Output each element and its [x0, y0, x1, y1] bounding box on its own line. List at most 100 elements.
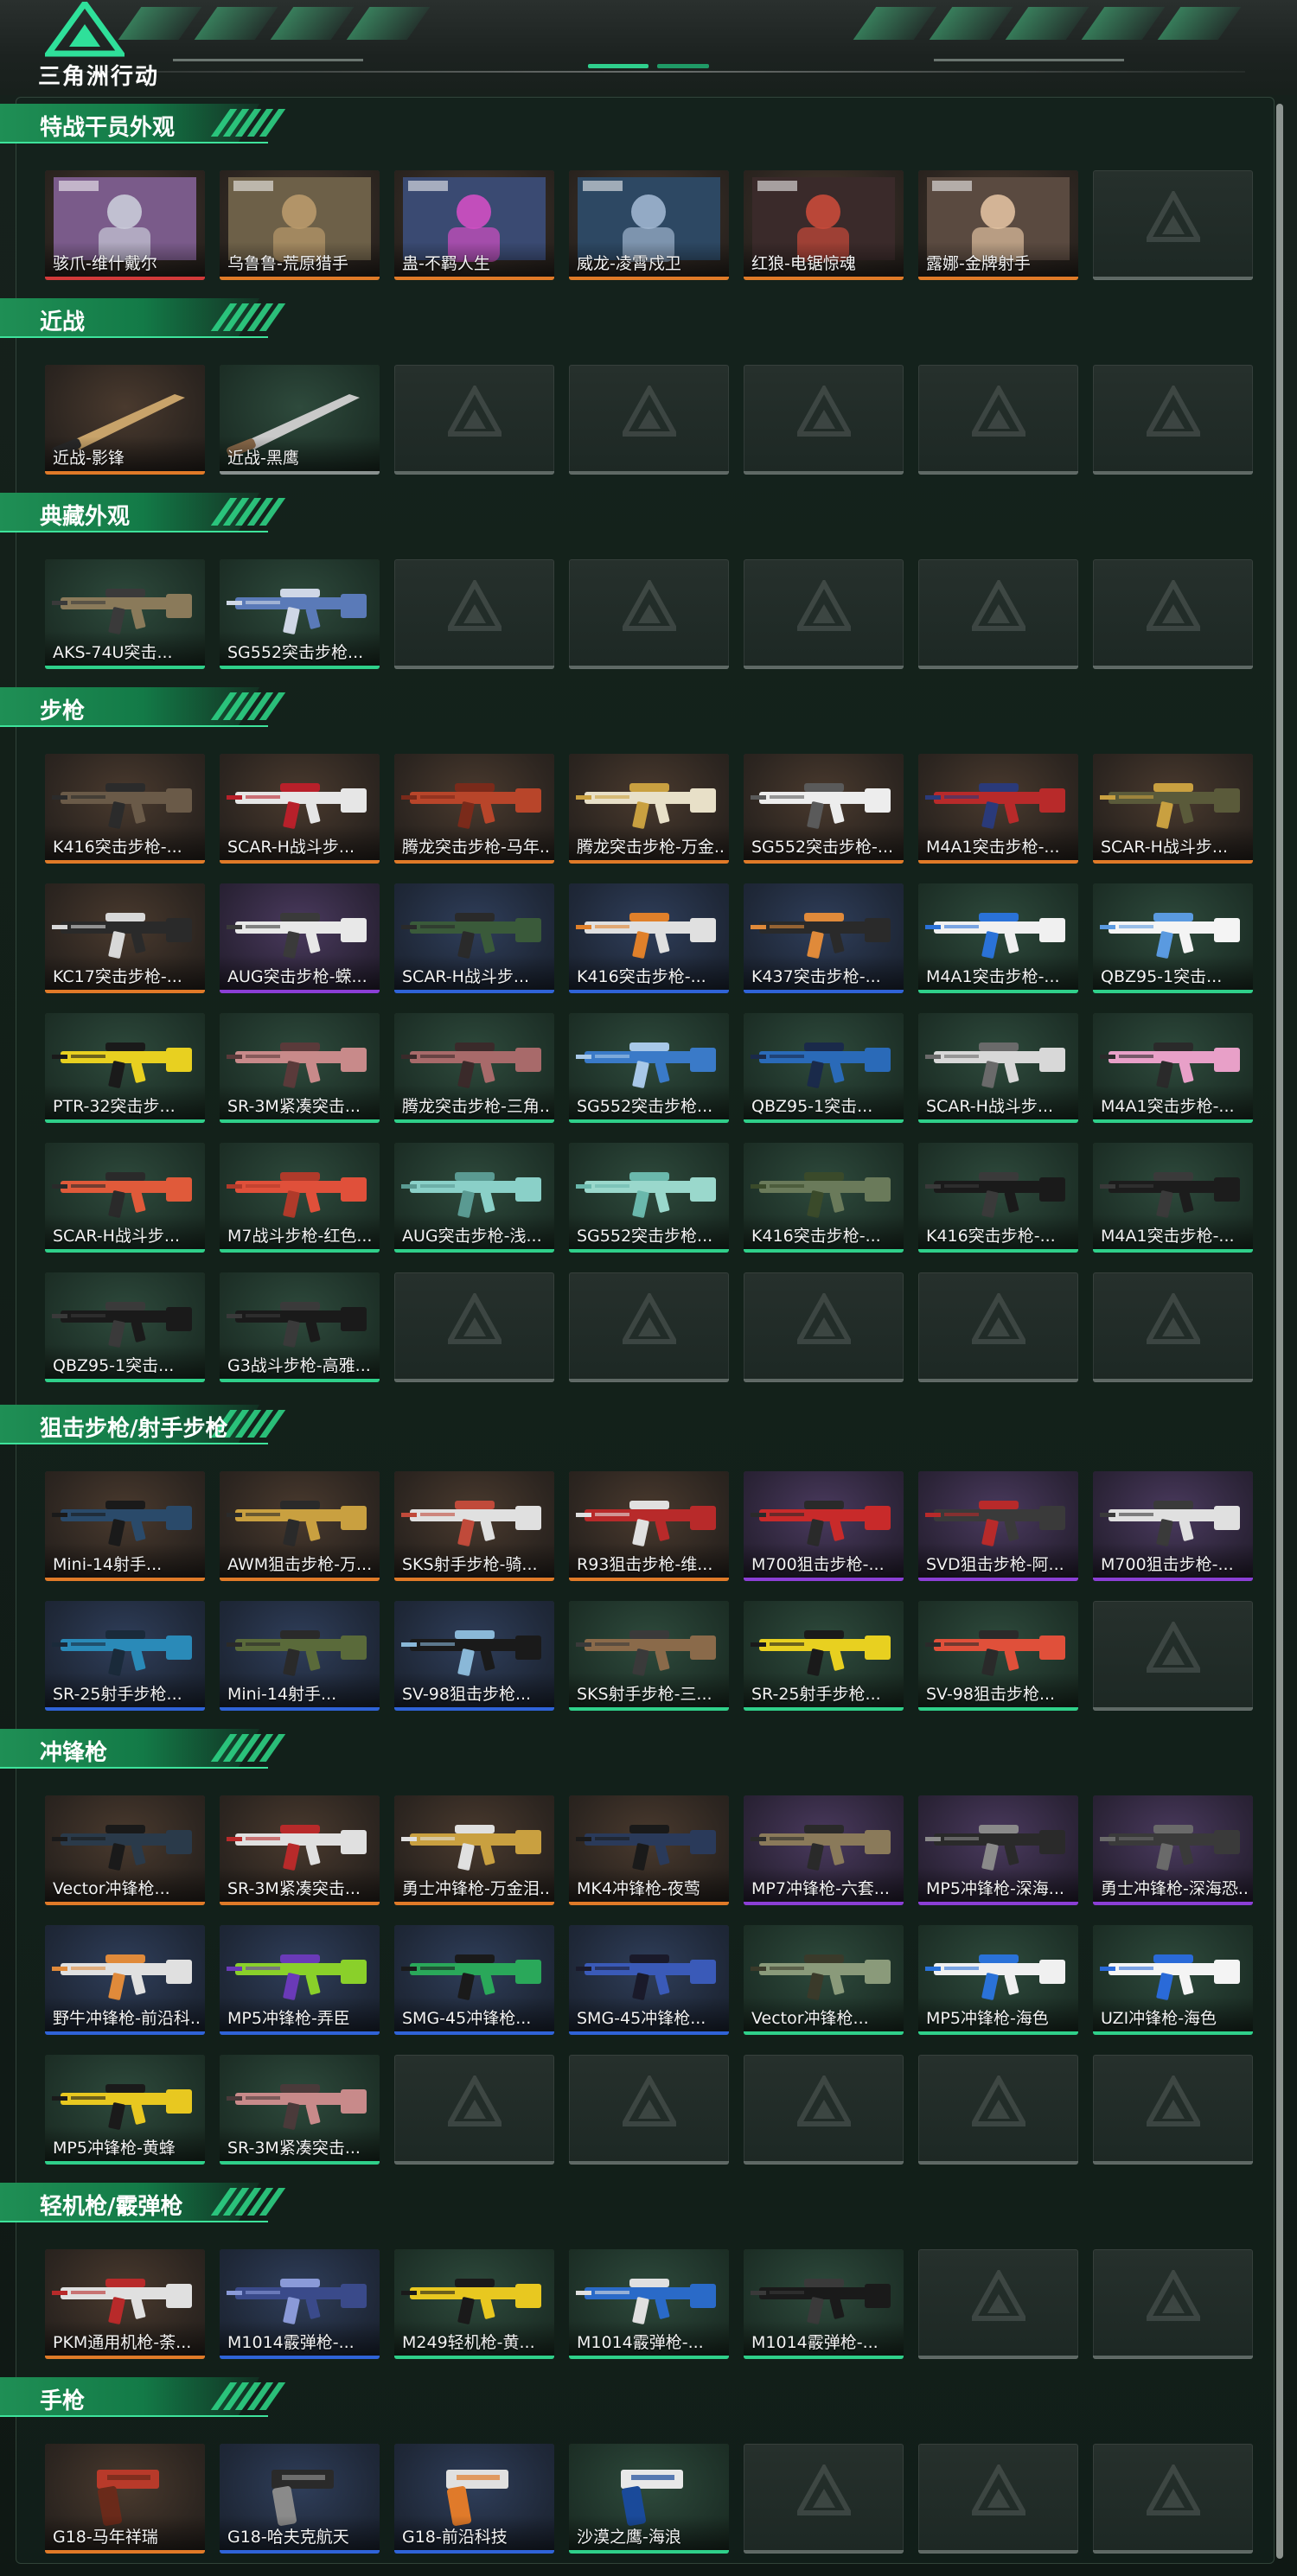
rarity-bar: [45, 2031, 205, 2035]
skin-card[interactable]: AUG突击步枪-蝾...: [220, 883, 380, 993]
skin-card[interactable]: SR-25射手步枪...: [45, 1601, 205, 1711]
placeholder-delta-icon: [797, 386, 851, 437]
scrollbar[interactable]: [1276, 104, 1283, 2559]
skin-card[interactable]: SCAR-H战斗步...: [1093, 754, 1253, 864]
skin-card[interactable]: SR-3M紧凑突击...: [220, 1013, 380, 1123]
skin-card[interactable]: M700狙击步枪-...: [744, 1471, 904, 1581]
skin-card[interactable]: M7战斗步枪-红色...: [220, 1143, 380, 1253]
skin-card[interactable]: 乌鲁鲁-荒原猎手: [220, 170, 380, 280]
slot-bottom-line: [918, 471, 1078, 475]
skin-card[interactable]: 沙漠之鹰-海浪: [569, 2444, 729, 2554]
skin-card[interactable]: 腾龙突击步枪-三角...: [394, 1013, 554, 1123]
skin-card[interactable]: AKS-74U突击...: [45, 559, 205, 669]
skin-card[interactable]: K416突击步枪-...: [569, 883, 729, 993]
skin-card[interactable]: 野牛冲锋枪-前沿科...: [45, 1925, 205, 2035]
skin-card[interactable]: SR-3M紧凑突击...: [220, 2055, 380, 2165]
skin-card[interactable]: 露娜-金牌射手: [918, 170, 1078, 280]
skin-card[interactable]: SCAR-H战斗步...: [394, 883, 554, 993]
skin-card[interactable]: SV-98狙击步枪...: [918, 1601, 1078, 1711]
rarity-bar: [45, 277, 205, 280]
skin-card[interactable]: SMG-45冲锋枪...: [394, 1925, 554, 2035]
placeholder-delta-icon: [1147, 1622, 1200, 1673]
skin-card[interactable]: Mini-14射手...: [220, 1601, 380, 1711]
skin-card[interactable]: M1014霰弹枪-...: [220, 2249, 380, 2359]
skin-card[interactable]: 腾龙突击步枪-马年...: [394, 754, 554, 864]
skin-card[interactable]: R93狙击步枪-维...: [569, 1471, 729, 1581]
skin-card[interactable]: MP5冲锋枪-黄蜂: [45, 2055, 205, 2165]
empty-slot: [569, 559, 729, 669]
skin-card[interactable]: MP5冲锋枪-弄臣: [220, 1925, 380, 2035]
skin-card[interactable]: G18-前沿科技: [394, 2444, 554, 2554]
rarity-bar: [45, 2161, 205, 2165]
skin-card[interactable]: M4A1突击步枪-...: [1093, 1143, 1253, 1253]
card-label: SG552突击步枪...: [577, 1227, 713, 1246]
skin-card[interactable]: 骇爪-维什戴尔: [45, 170, 205, 280]
skin-card[interactable]: 近战-黑鹰: [220, 365, 380, 475]
skin-card[interactable]: G18-马年祥瑞: [45, 2444, 205, 2554]
skin-card[interactable]: M4A1突击步枪-...: [918, 883, 1078, 993]
card-label: SV-98狙击步枪...: [402, 1685, 532, 1704]
skin-card[interactable]: KC17突击步枪-...: [45, 883, 205, 993]
skin-card[interactable]: 蛊-不羁人生: [394, 170, 554, 280]
skin-card[interactable]: SG552突击步枪...: [220, 559, 380, 669]
slot-bottom-line: [569, 1379, 729, 1382]
skin-card[interactable]: SVD狙击步枪-阿...: [918, 1471, 1078, 1581]
skin-card[interactable]: M4A1突击步枪-...: [1093, 1013, 1253, 1123]
empty-slot: [918, 1272, 1078, 1382]
skin-card[interactable]: K416突击步枪-...: [45, 754, 205, 864]
skin-card[interactable]: MP5冲锋枪-深海...: [918, 1795, 1078, 1905]
skin-card[interactable]: SG552突击步枪...: [569, 1143, 729, 1253]
skin-card[interactable]: MK4冲锋枪-夜莺: [569, 1795, 729, 1905]
section-header-underline: [0, 336, 268, 338]
skin-card[interactable]: QBZ95-1突击...: [45, 1272, 205, 1382]
skin-card[interactable]: K437突击步枪-...: [744, 883, 904, 993]
skin-card[interactable]: K416突击步枪-...: [744, 1143, 904, 1253]
skin-card[interactable]: SKS射手步枪-三...: [569, 1601, 729, 1711]
skin-card[interactable]: G18-哈夫克航天: [220, 2444, 380, 2554]
skin-card[interactable]: 红狼-电锯惊魂: [744, 170, 904, 280]
skin-card[interactable]: M700狙击步枪-...: [1093, 1471, 1253, 1581]
skin-card[interactable]: M1014霰弹枪-...: [569, 2249, 729, 2359]
skin-card[interactable]: SKS射手步枪-骑...: [394, 1471, 554, 1581]
skin-card[interactable]: SCAR-H战斗步...: [918, 1013, 1078, 1123]
skin-card[interactable]: MP5冲锋枪-海色: [918, 1925, 1078, 2035]
skin-card[interactable]: AUG突击步枪-浅...: [394, 1143, 554, 1253]
skin-card[interactable]: SR-25射手步枪...: [744, 1601, 904, 1711]
skin-card[interactable]: 腾龙突击步枪-万金...: [569, 754, 729, 864]
skin-card[interactable]: 勇士冲锋枪-深海恐...: [1093, 1795, 1253, 1905]
card-label: SMG-45冲锋枪...: [577, 2009, 706, 2028]
rarity-bar: [220, 1707, 380, 1711]
skin-card[interactable]: M4A1突击步枪-...: [918, 754, 1078, 864]
skin-card[interactable]: SV-98狙击步枪...: [394, 1601, 554, 1711]
skin-card[interactable]: PKM通用机枪-荼...: [45, 2249, 205, 2359]
rarity-bar: [918, 1578, 1078, 1581]
slot-bottom-line: [918, 2550, 1078, 2554]
skin-card[interactable]: M249轻机枪-黄...: [394, 2249, 554, 2359]
skin-card[interactable]: 威龙-凌霄戍卫: [569, 170, 729, 280]
skin-card[interactable]: MP7冲锋枪-六套...: [744, 1795, 904, 1905]
skin-card[interactable]: QBZ95-1突击...: [744, 1013, 904, 1123]
skin-card[interactable]: AWM狙击步枪-万...: [220, 1471, 380, 1581]
skin-card[interactable]: SG552突击步枪-...: [744, 754, 904, 864]
skin-card[interactable]: SCAR-H战斗步...: [45, 1143, 205, 1253]
skin-card[interactable]: G3战斗步枪-高雅...: [220, 1272, 380, 1382]
skin-card[interactable]: QBZ95-1突击...: [1093, 883, 1253, 993]
placeholder-delta-icon: [1147, 2464, 1200, 2515]
rarity-bar: [918, 1249, 1078, 1253]
slot-bottom-line: [1093, 2550, 1253, 2554]
skin-card[interactable]: 勇士冲锋枪-万金泪...: [394, 1795, 554, 1905]
skin-card[interactable]: Vector冲锋枪...: [744, 1925, 904, 2035]
skin-card[interactable]: SCAR-H战斗步...: [220, 754, 380, 864]
skin-card[interactable]: UZI冲锋枪-海色: [1093, 1925, 1253, 2035]
skin-card[interactable]: SMG-45冲锋枪...: [569, 1925, 729, 2035]
skin-card[interactable]: SG552突击步枪...: [569, 1013, 729, 1123]
skin-card[interactable]: SR-3M紧凑突击...: [220, 1795, 380, 1905]
skin-card[interactable]: M1014霰弹枪-...: [744, 2249, 904, 2359]
scrollbar-thumb[interactable]: [1276, 104, 1283, 2559]
skin-card[interactable]: 近战-影锋: [45, 365, 205, 475]
skin-card[interactable]: PTR-32突击步...: [45, 1013, 205, 1123]
slot-bottom-line: [1093, 471, 1253, 475]
skin-card[interactable]: K416突击步枪-...: [918, 1143, 1078, 1253]
skin-card[interactable]: Vector冲锋枪...: [45, 1795, 205, 1905]
skin-card[interactable]: Mini-14射手...: [45, 1471, 205, 1581]
